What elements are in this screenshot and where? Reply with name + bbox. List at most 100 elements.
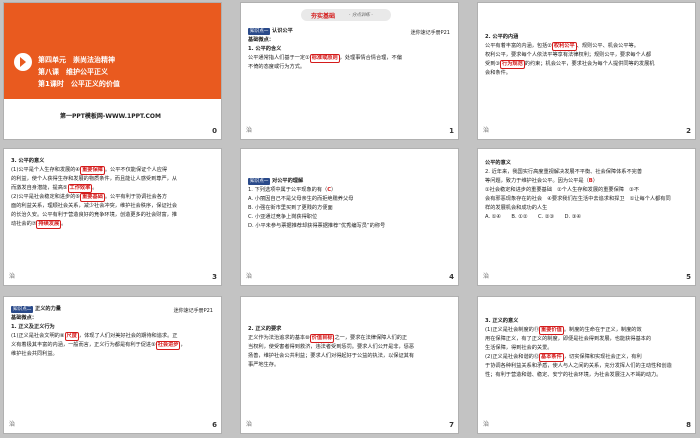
knowledge-tag: 知识点一 (248, 178, 271, 185)
slide-thumbnail-8[interactable]: 3. 正义的意义 (1)正义是社会制度的⑪ 重要价值 。制度的生命在于正义，制度的效… (477, 296, 696, 434)
text-line: 而激发自身潜能，提高⑤ 工作效率。 (11, 184, 98, 193)
period-title: 第1课时 公平正义的价值 (38, 80, 120, 88)
handbook-note: 迷你速记手册P21 (173, 308, 213, 314)
text-line: 受到③ 行为规范 的约束；机会公平，要求社会为每个人提供同等的发展机 (485, 60, 655, 69)
handbook-note: 迷你速记手册P21 (410, 30, 450, 36)
text-line: 动社会的⑦ 持续发展。 (11, 220, 67, 229)
slide-number: 4 (449, 273, 454, 281)
answer-box: 价值目标 (309, 334, 335, 343)
text-line: 用在保障正义，有了正义的制度，即便是社会得到发展，也能获得基本的 (485, 336, 652, 342)
text-line: 义有着极其丰富的内涵，一般而言，正义行为都是有利于促进⑨ 社会进步， (11, 341, 186, 350)
text-line: 生活保障，得到社会的关爱。 (485, 345, 553, 351)
text-line: 3. 公平的意义 (11, 158, 45, 164)
unit-title: 第四单元 崇尚法治精神 (38, 56, 115, 64)
footer-text: 治 (483, 273, 490, 280)
answer-box: 基本条件 (539, 353, 564, 362)
text-line: 不倚的态度或行为方式。 (248, 64, 306, 70)
answer-box: 重要价值 (539, 326, 564, 335)
slide-number: 1 (449, 127, 454, 135)
text-line: 公平的意义 (485, 160, 511, 166)
text-line: 基础微点： (248, 37, 274, 43)
footer-text: 治 (246, 127, 253, 134)
text-line: 等问题，致力于维护社会公平。因为公平是（B） (485, 178, 598, 184)
slide-thumbnail-4[interactable]: 知识点一 对公平的理解 1. 下列选项中属于公平现象的有（C） A. 小丽因自己… (240, 148, 459, 286)
text-line: 会有邪恶现象存在的社会 ④要求我们在生活中去追求和捍卫 ①让每个人都有同 (485, 196, 671, 202)
slide-thumbnail-5[interactable]: 公平的意义 2. 近年来，我国实行高度重视解决发展不平衡、社会保障体系不完善 等… (477, 148, 696, 286)
answer-box: 持续发展 (36, 220, 62, 229)
slide-thumbnail-3[interactable]: 3. 公平的意义 (1)公平是个人生存和发展的④ 重要保障 。公平不仅能保证个人应得… (3, 148, 222, 286)
text-line: 2. 近年来，我国实行高度重视解决发展不平衡、社会保障体系不完善 (485, 169, 643, 175)
text-line: (2)公平是社会稳定和进步的⑥ 重要基础 。公平有利于协调社会各方 (11, 193, 168, 202)
text-line: 的长治久安。公平有利于营造良好的竞争环境，创造更多的社会财富，推 (11, 212, 178, 218)
text-line: 公平有着丰富的内涵，包括② 权利公平 、规则公平、机会公平等。 (485, 42, 639, 51)
text-line: 会和条件。 (485, 70, 511, 76)
slide-number: 7 (449, 421, 454, 429)
text-line: 正义作为法治追求的基本⑩ 价值目标 之一，要求在法律保障人们的正 (248, 334, 408, 343)
footer-text: 治 (483, 421, 490, 428)
text-line: 基础微点： (11, 315, 37, 321)
text-line: 2. 公平的内涵 (485, 34, 519, 40)
slide-number: 6 (212, 421, 217, 429)
slide-number: 0 (212, 127, 217, 135)
text-line: 扬善，维护社会公共利益；要求人们对得起好于公益的执法，以保证其有 (248, 353, 415, 359)
text-line: 权利公平，要求每个人依法平等享有法律权利；规则公平，要求每个人都 (485, 52, 652, 58)
slide-number: 3 (212, 273, 217, 281)
text-line: ①社会稳定和进步的重要基础 ②个人生存和发展的重要保障 ③不 (485, 187, 640, 193)
text-line: 维护社会共同利益。 (11, 351, 58, 357)
footer-text: 治 (246, 421, 253, 428)
play-arrow-icon (14, 53, 32, 71)
text-line: 样的发展机会和成功的人生 (485, 205, 548, 211)
text-line: 面的利益关系，理顺社会关系，减少社会冲突，维护社会秩序，保证社会 (11, 203, 178, 209)
text-line: 公平通常指人们基于一定① 标准或原则 ，处理事情合情合理，不偏 (248, 54, 402, 63)
banner-subtitle: · 分点训练 · (349, 13, 373, 18)
footer-text: 治 (9, 273, 16, 280)
text-line: A. ①④ B. ①② C. ②③ D. ③④ (485, 214, 582, 220)
answer-box: 权利公平 (551, 42, 577, 51)
slide-thumbnail-2[interactable]: 2. 公平的内涵 公平有着丰富的内涵，包括② 权利公平 、规则公平、机会公平等。 权… (477, 2, 696, 140)
answer-box: 尺度 (64, 332, 79, 341)
slide-number: 5 (686, 273, 691, 281)
text-line: 于协调各种利益关系和矛盾，使人与人之间的关系，充分发挥人们的主动性和创造 (485, 363, 672, 369)
text-line: 2. 正义的要求 (248, 326, 282, 332)
text-line: (1)正义是社会文明的⑧ 尺度 ，体现了人们对美好社会的期待和追求。正 (11, 332, 178, 341)
text-line: C. 小亚通过竞争上岗获得职位 (248, 214, 318, 220)
knowledge-tag: 知识点二 (11, 306, 34, 313)
footer-text: 治 (483, 127, 490, 134)
section-heading: 对公平的理解 (272, 178, 304, 184)
text-line: B. 小强在街市里买到了更贱的方便面 (248, 205, 333, 211)
text-line: (2)正义是社会和谐的⑫ 基本条件 ，切实保障和实现社会正义，有利 (485, 353, 642, 362)
cover-banner (4, 3, 221, 53)
text-line: A. 小丽因自己不是父母亲生的而拒绝赡养父母 (248, 196, 354, 202)
answer-box: 重要基础 (80, 193, 105, 202)
text-line: D. 小平未参与票据推荐却获得票据推荐“优秀编写员”的称号 (248, 223, 386, 229)
text-line: 性；有利于营造和谐、稳定、安宁的社会环境，为社会发展注入不竭的动力。 (485, 372, 662, 378)
section-heading: 正义的力量 (35, 306, 61, 312)
section-heading: 认识公平 (272, 28, 293, 34)
text-line: 3. 正义的意义 (485, 318, 519, 324)
template-credit: 第一PPT模板网-WWW.1PPT.COM (60, 113, 161, 120)
slide-number: 2 (686, 127, 691, 135)
banner-title: 夯实基础 (311, 13, 336, 20)
answer-box: 标准或原则 (309, 54, 340, 63)
text-line: 当权利，使受害者得到救济，违法者受到惩罚。要求人们公开是非，惩恶 (248, 344, 415, 350)
text-line: 事严地生存。 (248, 362, 280, 368)
answer-box: 行为规范 (500, 60, 525, 69)
knowledge-tag: 知识点一 (248, 28, 271, 35)
lesson-title: 第八课 维护公平正义 (38, 68, 108, 76)
text-line: (1)正义是社会制度的⑪ 重要价值 。制度的生命在于正义，制度的效 (485, 326, 642, 335)
text-line: 1. 正义及正义行为 (11, 324, 55, 330)
footer-text: 治 (9, 421, 16, 428)
answer-box: 工作效率 (67, 184, 93, 193)
slide-thumbnail-6[interactable]: 知识点二 正义的力量 基础微点： 1. 正义及正义行为 (1)正义是社会文明的⑧… (3, 296, 222, 434)
slide-thumbnail-7[interactable]: 2. 正义的要求 正义作为法治追求的基本⑩ 价值目标 之一，要求在法律保障人们的正 … (240, 296, 459, 434)
slide-thumbnail-1[interactable]: 夯实基础 · 分点训练 · 知识点一 认识公平 基础微点： 1. 公平的含义 公… (240, 2, 459, 140)
footer-text: 治 (246, 273, 253, 280)
answer-box: 重要保障 (80, 166, 105, 175)
section-banner: 夯实基础 · 分点训练 · (301, 9, 391, 21)
answer-box: 社会进步 (155, 341, 181, 350)
text-line: 的利益，使个人获得生存和发展的物质条件，而且能让人感受到尊严，从 (11, 176, 178, 182)
text-line: (1)公平是个人生存和发展的④ 重要保障 。公平不仅能保证个人应得 (11, 166, 168, 175)
slide-thumbnail-0[interactable]: 第四单元 崇尚法治精神 第八课 维护公平正义 第1课时 公平正义的价值 第一PP… (3, 2, 222, 140)
slide-number: 8 (686, 421, 691, 429)
text-line: 1. 公平的含义 (248, 46, 282, 52)
